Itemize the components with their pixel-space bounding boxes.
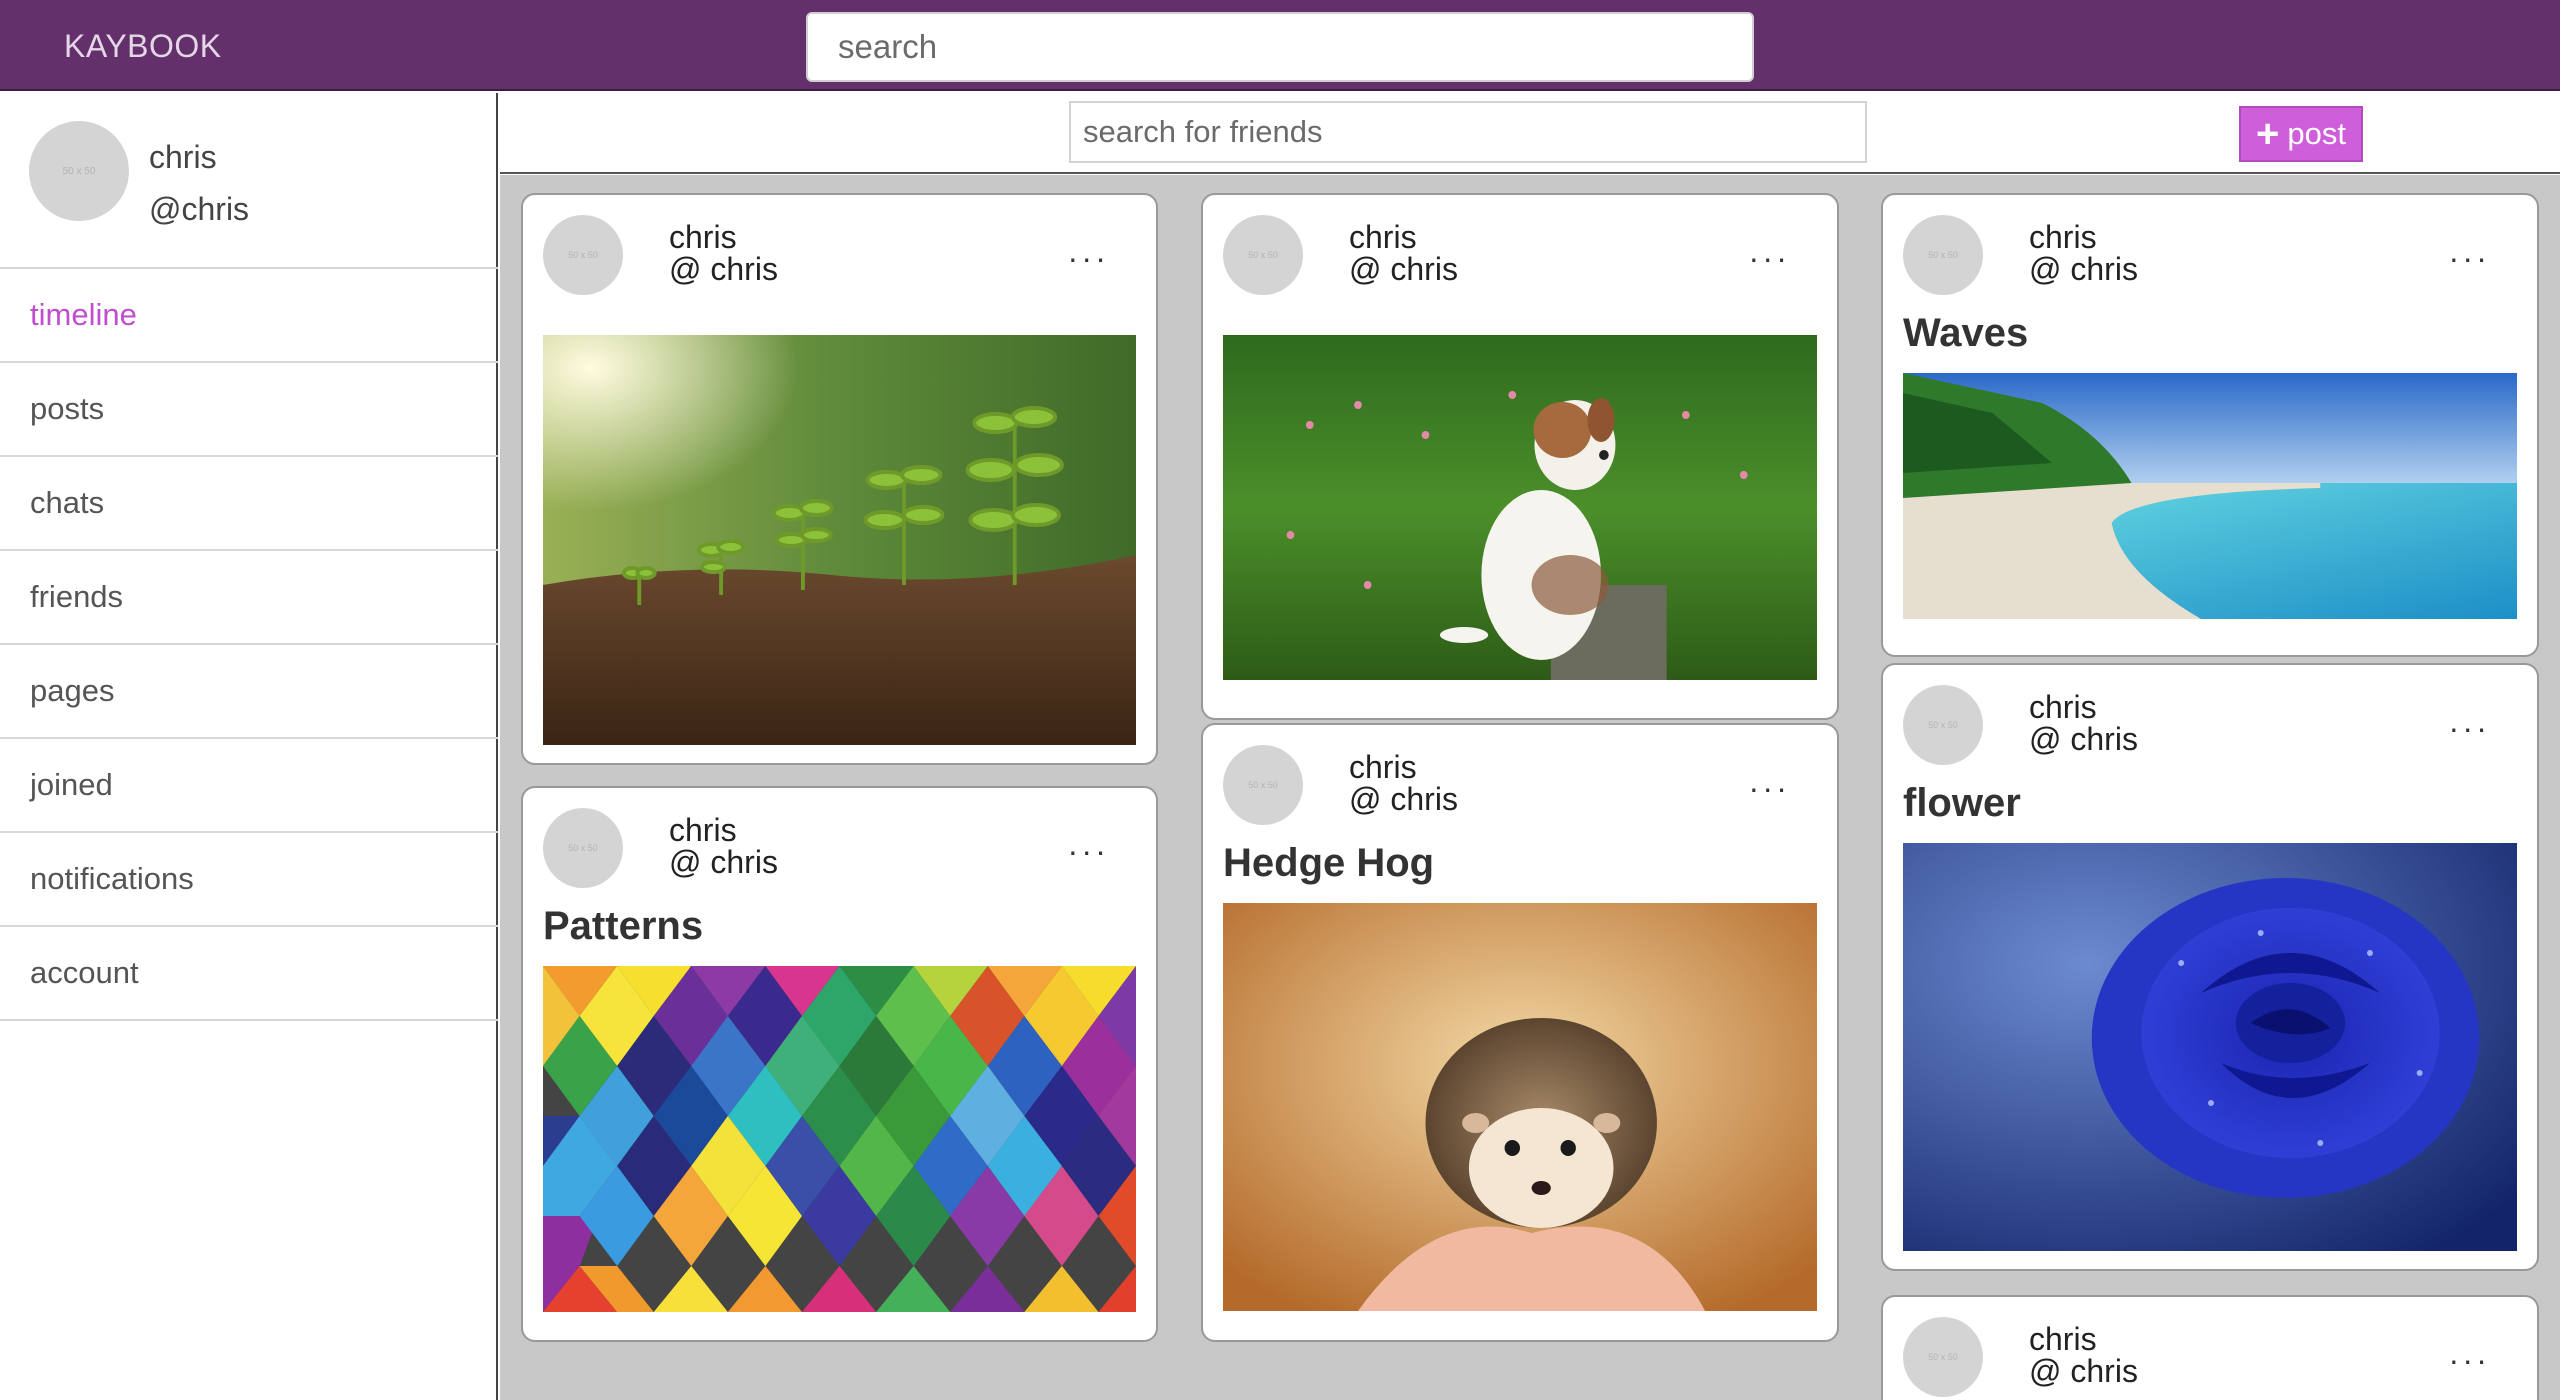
timeline-feed[interactable]: 50 x 50 chris @ chris ... 50 x 50 chris … — [500, 175, 2560, 1400]
avatar[interactable]: 50 x 50 — [1223, 215, 1303, 295]
post-title: Patterns — [543, 904, 704, 948]
sidebar: 50 x 50 chris @chris timeline posts chat… — [0, 93, 498, 1400]
post-author-handle[interactable]: @ chris — [2029, 721, 2138, 758]
post-author-handle[interactable]: @ chris — [2029, 1353, 2138, 1390]
post-card: 50 x 50 chris @ chris ... flower — [1881, 663, 2539, 1271]
post-image-puppy[interactable] — [1223, 335, 1817, 680]
avatar[interactable]: 50 x 50 — [1223, 745, 1303, 825]
post-card: 50 x 50 chris @ chris ... — [1201, 193, 1839, 720]
sidebar-item-pages[interactable]: pages — [0, 645, 498, 739]
post-more-button[interactable]: ... — [2449, 1335, 2491, 1372]
avatar[interactable]: 50 x 50 — [543, 215, 623, 295]
post-more-button[interactable]: ... — [1749, 233, 1791, 270]
sidebar-item-friends[interactable]: friends — [0, 551, 498, 645]
post-author-handle[interactable]: @ chris — [2029, 251, 2138, 288]
post-image-patterns[interactable] — [543, 966, 1136, 1312]
avatar[interactable]: 50 x 50 — [1903, 1317, 1983, 1397]
sidebar-item-account[interactable]: account — [0, 927, 498, 1021]
post-more-button[interactable]: ... — [1749, 763, 1791, 800]
sidebar-item-chats[interactable]: chats — [0, 457, 498, 551]
brand-logo[interactable]: KAYBOOK — [64, 28, 222, 65]
sidebar-item-notifications[interactable]: notifications — [0, 833, 498, 927]
top-bar: KAYBOOK — [0, 0, 2560, 91]
new-post-button[interactable]: + post — [2239, 106, 2363, 162]
avatar-placeholder-text: 50 x 50 — [1928, 720, 1958, 730]
profile-summary[interactable]: 50 x 50 chris @chris — [0, 93, 498, 269]
sidebar-item-timeline[interactable]: timeline — [0, 269, 498, 363]
avatar-placeholder-text: 50 x 50 — [1928, 1352, 1958, 1362]
post-author-handle[interactable]: @ chris — [669, 844, 778, 881]
plus-icon: + — [2256, 112, 2280, 156]
post-card: 50 x 50 chris @ chris ... Patterns — [521, 786, 1158, 1342]
post-card: 50 x 50 chris @ chris ... — [521, 193, 1158, 765]
sidebar-item-posts[interactable]: posts — [0, 363, 498, 457]
friend-search-input[interactable] — [1069, 101, 1867, 163]
post-image-hedgehog[interactable] — [1223, 903, 1817, 1311]
post-card: 50 x 50 chris @ chris ... — [1881, 1295, 2539, 1400]
avatar[interactable]: 50 x 50 — [543, 808, 623, 888]
post-more-button[interactable]: ... — [1068, 233, 1110, 270]
avatar: 50 x 50 — [29, 121, 129, 221]
avatar[interactable]: 50 x 50 — [1903, 215, 1983, 295]
post-author-handle[interactable]: @ chris — [1349, 251, 1458, 288]
sidebar-item-joined[interactable]: joined — [0, 739, 498, 833]
post-card: 50 x 50 chris @ chris ... Hedge Hog — [1201, 723, 1839, 1342]
post-more-button[interactable]: ... — [2449, 233, 2491, 270]
avatar-placeholder-text: 50 x 50 — [568, 843, 598, 853]
avatar-placeholder-text: 50 x 50 — [1248, 250, 1278, 260]
post-title: Waves — [1903, 311, 2029, 355]
avatar-placeholder-text: 50 x 50 — [1248, 780, 1278, 790]
post-image-blue-rose[interactable] — [1903, 843, 2517, 1251]
avatar-placeholder-text: 50 x 50 — [568, 250, 598, 260]
post-author-handle[interactable]: @ chris — [669, 251, 778, 288]
profile-handle: @chris — [149, 191, 250, 227]
avatar-placeholder-text: 50 x 50 — [1928, 250, 1958, 260]
profile-name: chris — [149, 139, 217, 175]
feed-toolbar: + post — [500, 93, 2560, 174]
post-card: 50 x 50 chris @ chris ... Waves — [1881, 193, 2539, 657]
post-author-handle[interactable]: @ chris — [1349, 781, 1458, 818]
post-more-button[interactable]: ... — [2449, 703, 2491, 740]
post-title: Hedge Hog — [1223, 841, 1435, 885]
post-image-seedlings[interactable] — [543, 335, 1136, 745]
post-title: flower — [1903, 781, 2021, 825]
new-post-label: post — [2287, 116, 2346, 151]
avatar[interactable]: 50 x 50 — [1903, 685, 1983, 765]
avatar-placeholder-text: 50 x 50 — [62, 165, 96, 177]
post-more-button[interactable]: ... — [1068, 826, 1110, 863]
search-input[interactable] — [806, 12, 1754, 82]
post-image-beach[interactable] — [1903, 373, 2517, 619]
